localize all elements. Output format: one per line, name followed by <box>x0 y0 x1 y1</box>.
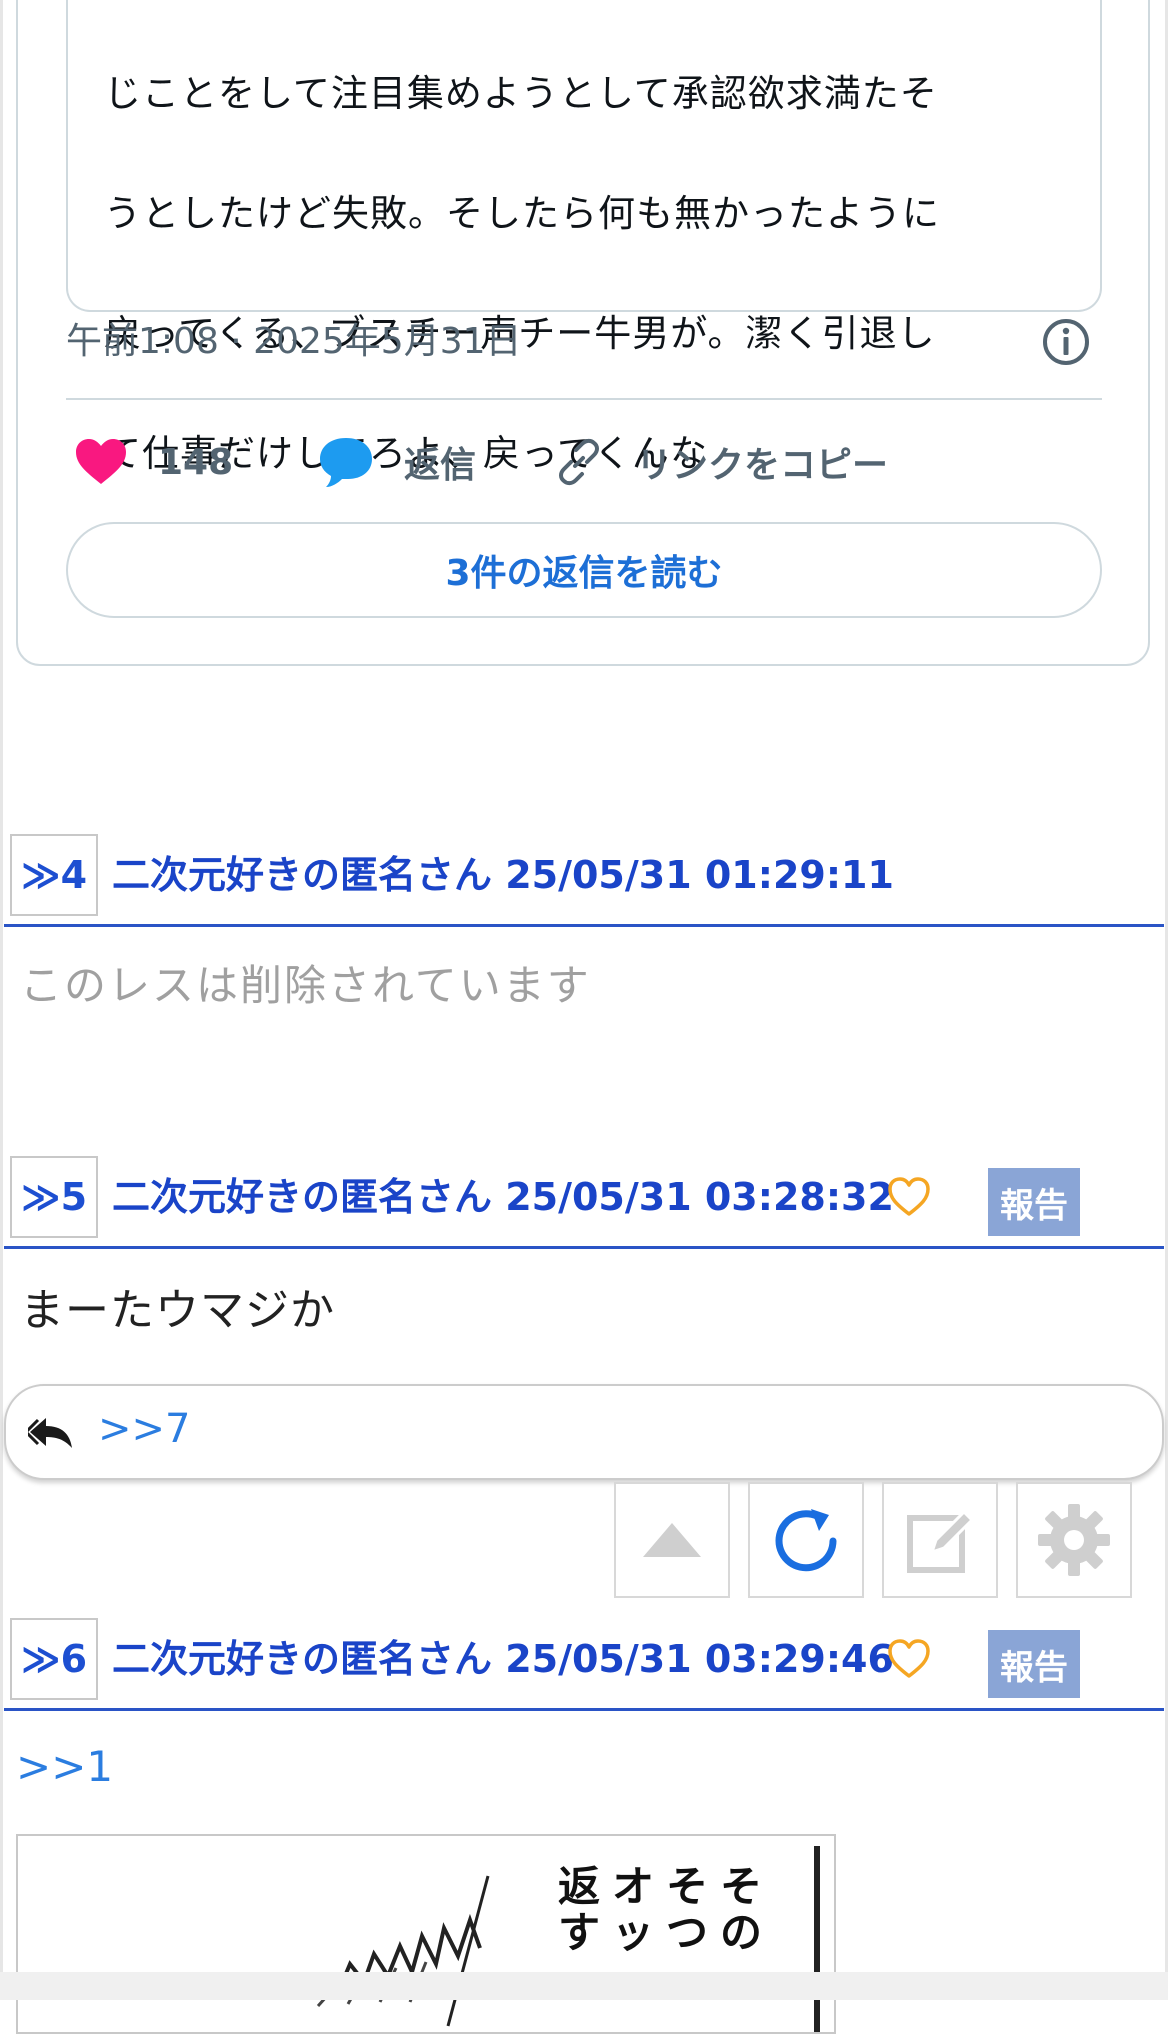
post-meta: 二次元好きの匿名さん 25/05/31 03:28:32 <box>112 1175 894 1219</box>
settings-button[interactable] <box>1016 1482 1132 1598</box>
reload-icon <box>775 1509 837 1572</box>
deleted-post-text: このレスは削除されています <box>20 961 591 1010</box>
compose-button[interactable] <box>882 1482 998 1598</box>
quote-line: うとしたけど失敗。そしたら何も無かったように <box>104 192 940 235</box>
report-button[interactable]: 報告 <box>988 1168 1080 1236</box>
heart-outline-icon[interactable] <box>886 1638 932 1680</box>
post-body-text: まーたウマジか <box>20 1285 335 1336</box>
post-number-button[interactable]: ≫6 <box>10 1618 98 1700</box>
scroll-up-icon <box>643 1523 701 1557</box>
settings-icon <box>1038 1504 1110 1576</box>
speech-bubble-icon <box>320 438 372 487</box>
reply-arrow-icon <box>28 1418 72 1448</box>
post-meta: 二次元好きの匿名さん 25/05/31 03:29:46 <box>112 1637 894 1681</box>
tweet-timestamp[interactable]: 午前1:08 · 2025年5月31日 <box>66 312 522 364</box>
post-header: ≫6 二次元好きの匿名さん 25/05/31 03:29:46 報告 <box>0 1618 1168 1710</box>
reply-label: 返信 <box>404 445 477 486</box>
replies-bar: >>7 <box>4 1384 1164 1480</box>
post-header: ≫4 二次元好きの匿名さん 25/05/31 01:29:11 <box>0 834 1168 926</box>
scroll-top-button[interactable] <box>614 1482 730 1598</box>
manga-text-column: そつ <box>666 1862 709 1957</box>
post-divider <box>4 924 1164 927</box>
post-divider <box>4 1246 1164 1249</box>
attached-manga-image[interactable]: 返す オッ そつ その <box>16 1834 836 2034</box>
post-number-button[interactable]: ≫4 <box>10 834 98 916</box>
info-icon[interactable] <box>1040 316 1092 368</box>
edit-icon <box>907 1509 975 1573</box>
report-button[interactable]: 報告 <box>988 1630 1080 1698</box>
post-number-button[interactable]: ≫5 <box>10 1156 98 1238</box>
tweet-divider <box>66 398 1102 400</box>
manga-vertical-text: 返す オッ そつ その <box>558 1864 766 1956</box>
reload-button[interactable] <box>748 1482 864 1598</box>
quote-line: じことをして注目集めようとして承認欲求満たそ <box>104 72 938 115</box>
bottom-edge-bar <box>0 1972 1168 2000</box>
post-meta: 二次元好きの匿名さん 25/05/31 01:29:11 <box>112 853 894 897</box>
like-button[interactable]: 148 <box>74 432 233 492</box>
reply-link[interactable]: >>1 <box>16 1742 113 1791</box>
post-divider <box>4 1708 1164 1711</box>
heart-outline-icon[interactable] <box>886 1176 932 1218</box>
manga-text-column: 返す <box>558 1862 601 1957</box>
copy-link-button[interactable]: リンクをコピー <box>552 432 888 492</box>
like-count: 148 <box>158 441 234 483</box>
post-header: ≫5 二次元好きの匿名さん 25/05/31 03:28:32 報告 <box>0 1156 1168 1248</box>
reply-button[interactable]: 返信 <box>318 432 476 492</box>
link-icon <box>559 438 599 486</box>
read-replies-button[interactable]: 3件の返信を読む <box>66 522 1102 618</box>
copy-link-label: リンクをコピー <box>636 445 889 486</box>
manga-text-column: オッ <box>612 1862 655 1957</box>
manga-text-column: その <box>720 1862 763 1957</box>
heart-icon <box>76 439 126 484</box>
reply-link[interactable]: >>7 <box>98 1406 190 1452</box>
